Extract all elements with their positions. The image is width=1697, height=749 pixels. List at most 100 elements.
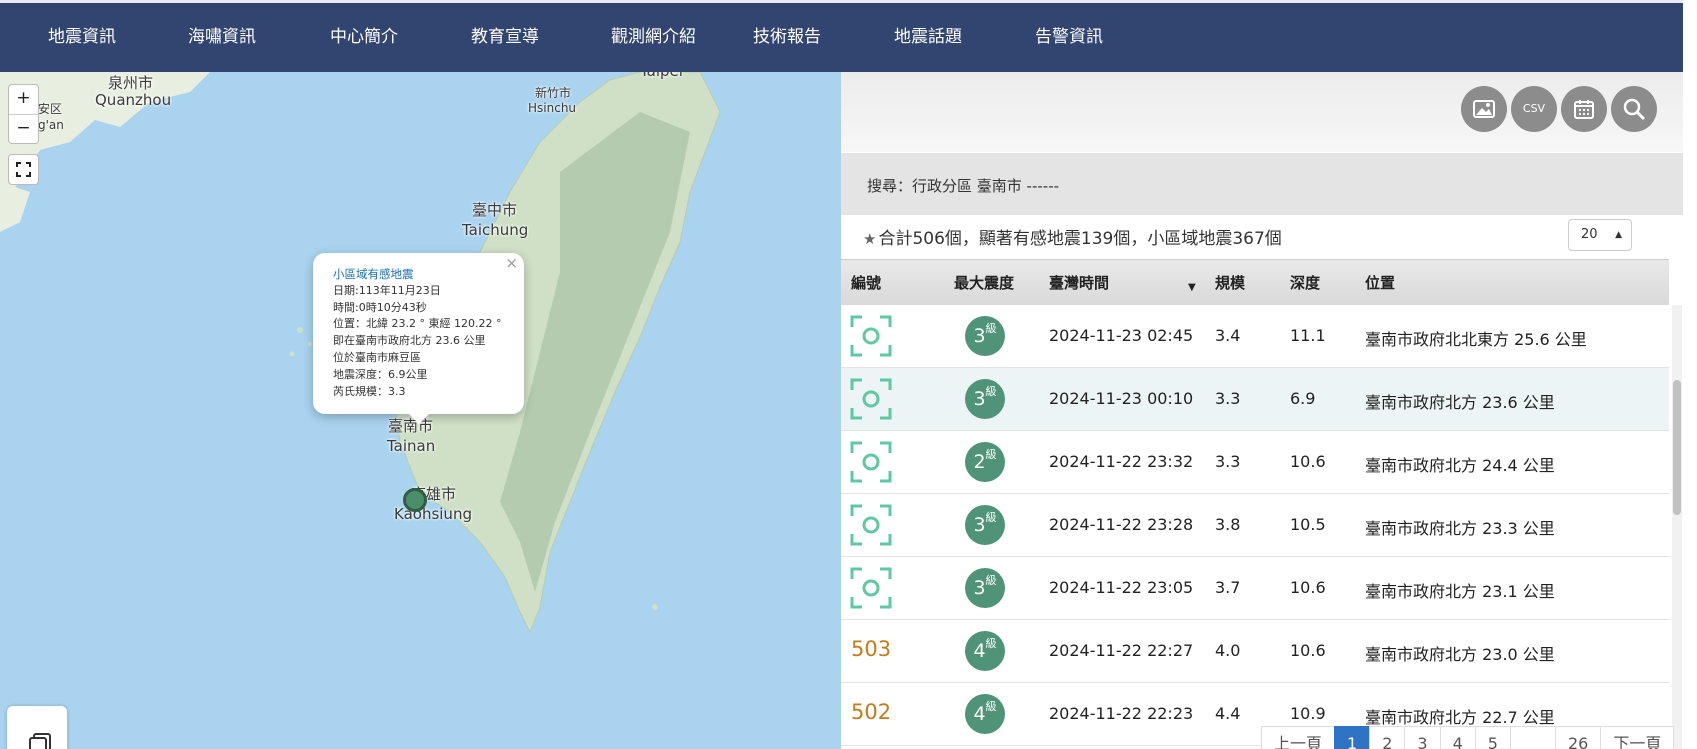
event-time: 2024-11-22 23:05 <box>1049 578 1194 597</box>
search-criteria-bar: 搜尋：行政分區 臺南市 ------ <box>841 153 1683 215</box>
page-size-select[interactable]: 20 ▲ <box>1568 219 1632 251</box>
results-panel: CSV 搜尋：行政分區 臺南市 ------ ★ 合計506個，顯著有感地震139… <box>841 72 1683 749</box>
event-location: 臺南市政府北方 23.1 公里 <box>1365 582 1555 601</box>
prev-page-button[interactable]: 上一頁 <box>1261 726 1336 749</box>
epicenter-marker[interactable] <box>403 488 427 512</box>
table-row[interactable]: 2級 2024-11-22 23:32 3.3 10.6 臺南市政府北方 24.4 公里 <box>841 431 1669 494</box>
table-row[interactable]: 3級 2024-11-23 02:45 3.4 11.1 臺南市政府北北東方 25.6 … <box>841 305 1669 368</box>
nav-education[interactable]: 教育宣導 <box>471 3 539 72</box>
nav-network-intro[interactable]: 觀測網介紹 <box>611 3 696 72</box>
event-depth: 11.1 <box>1290 326 1326 345</box>
fullscreen-button[interactable] <box>8 154 39 185</box>
event-id[interactable]: 502 <box>851 700 891 724</box>
intensity-badge: 3級 <box>965 316 1005 356</box>
col-header-time[interactable]: 臺灣時間 <box>1049 272 1109 293</box>
page-1-button[interactable]: 1 <box>1334 726 1371 749</box>
table-row[interactable]: 503 4級 2024-11-22 22:27 4.0 10.6 臺南市政府北方 23.0… <box>841 620 1669 683</box>
event-magnitude: 3.4 <box>1215 326 1241 345</box>
table-row[interactable]: 3級 2024-11-22 23:28 3.8 10.5 臺南市政府北方 23.3 公里 <box>841 494 1669 557</box>
earthquake-table: 編號 最大震度 臺灣時間 ▼ 規模 深度 位置 3級 2024-11-23 02:… <box>841 259 1669 746</box>
page-4-button[interactable]: 4 <box>1439 726 1476 749</box>
nav-tsunami-info[interactable]: 海嘯資訊 <box>188 3 256 72</box>
table-scrollbar[interactable] <box>1672 305 1682 749</box>
intensity-value: 4 <box>973 703 986 725</box>
locate-focus-icon[interactable] <box>850 567 892 609</box>
page-last-button[interactable]: 26 <box>1554 726 1602 749</box>
page-2-button[interactable]: 2 <box>1369 726 1406 749</box>
locate-focus-icon[interactable] <box>850 441 892 483</box>
search-criteria-text: 搜尋：行政分區 臺南市 ------ <box>867 177 1060 195</box>
zoom-in-button[interactable]: + <box>9 85 38 114</box>
event-location: 臺南市政府北方 23.0 公里 <box>1365 645 1555 664</box>
earthquake-map[interactable]: 泉州市 Quanzhou 安区 g'an Taipei 新竹市 Hsinchu … <box>0 72 841 749</box>
intensity-unit: 級 <box>985 385 997 398</box>
page-5-button[interactable]: 5 <box>1474 726 1511 749</box>
search-icon <box>1623 98 1646 121</box>
calendar-button[interactable] <box>1561 86 1607 132</box>
col-header-id[interactable]: 編號 <box>851 272 881 293</box>
sort-desc-icon[interactable]: ▼ <box>1188 282 1196 293</box>
map-label-district-en: g'an <box>38 118 64 132</box>
event-location: 臺南市政府北方 23.6 公里 <box>1365 393 1555 412</box>
intensity-value: 2 <box>973 451 986 473</box>
popup-close-button[interactable]: × <box>505 254 518 272</box>
popup-date: 日期:113年11月23日 <box>333 283 441 297</box>
table-row[interactable]: 3級 2024-11-22 23:05 3.7 10.6 臺南市政府北方 23.1 公里 <box>841 557 1669 620</box>
map-label-hsinchu-en: Hsinchu <box>528 101 577 115</box>
nav-tech-reports[interactable]: 技術報告 <box>753 3 821 72</box>
event-time: 2024-11-22 22:23 <box>1049 704 1194 723</box>
search-button[interactable] <box>1611 86 1657 132</box>
summary-text: 合計506個，顯著有感地震139個，小區域地震367個 <box>878 229 1282 249</box>
map-label-taichung-en: Taichung <box>462 221 529 239</box>
event-time: 2024-11-23 00:10 <box>1049 389 1194 408</box>
export-image-button[interactable] <box>1461 86 1507 132</box>
popup-depth: 地震深度：6.9公里 <box>333 367 428 381</box>
nav-earthquake-info[interactable]: 地震資訊 <box>48 3 116 72</box>
col-header-location[interactable]: 位置 <box>1365 272 1395 293</box>
event-magnitude: 4.4 <box>1215 704 1241 723</box>
popup-relative-location: 即在臺南市政府北方 23.6 公里 <box>333 334 486 348</box>
event-id[interactable]: 503 <box>851 637 891 661</box>
map-label-taichung-zh: 臺中市 <box>472 201 518 219</box>
zoom-out-button[interactable]: − <box>9 114 38 143</box>
event-depth: 10.5 <box>1290 515 1326 534</box>
event-magnitude: 3.7 <box>1215 578 1241 597</box>
intensity-value: 3 <box>973 325 986 347</box>
popup-title[interactable]: 小區域有感地震 <box>333 266 524 283</box>
col-header-magnitude[interactable]: 規模 <box>1215 272 1245 293</box>
page-3-button[interactable]: 3 <box>1404 726 1441 749</box>
map-label-quanzhou-en: Quanzhou <box>95 91 172 109</box>
locate-focus-icon[interactable] <box>850 315 892 357</box>
event-magnitude: 3.8 <box>1215 515 1241 534</box>
popup-position: 位置：北緯 23.2 ° 東經 120.22 ° <box>333 317 502 331</box>
map-label-taipei-en: Taipei <box>640 72 683 80</box>
event-location: 臺南市政府北方 22.7 公里 <box>1365 708 1555 727</box>
pagination: 上一頁 1 2 3 4 5 26 下一頁 <box>1261 726 1675 749</box>
fullscreen-icon <box>16 162 31 177</box>
event-depth: 10.9 <box>1290 704 1326 723</box>
scrollbar-thumb[interactable] <box>1673 380 1681 515</box>
next-page-button[interactable]: 下一頁 <box>1600 726 1675 749</box>
toolbar: CSV <box>841 72 1683 152</box>
col-header-depth[interactable]: 深度 <box>1290 272 1320 293</box>
image-icon <box>1473 100 1495 118</box>
locate-focus-icon[interactable] <box>850 504 892 546</box>
calendar-icon <box>1574 100 1594 119</box>
layers-button[interactable] <box>7 706 67 749</box>
nav-alert-info[interactable]: 告警資訊 <box>1035 3 1103 72</box>
nav-earthquake-topics[interactable]: 地震話題 <box>894 3 962 72</box>
popup-magnitude: 芮氏規模：3.3 <box>333 384 406 398</box>
event-location: 臺南市政府北方 24.4 公里 <box>1365 456 1555 475</box>
event-time: 2024-11-22 22:27 <box>1049 641 1194 660</box>
export-csv-button[interactable]: CSV <box>1511 86 1557 132</box>
table-row[interactable]: 3級 2024-11-23 00:10 3.3 6.9 臺南市政府北方 23.6 公里 <box>841 368 1669 431</box>
intensity-unit: 級 <box>985 574 997 587</box>
nav-center-intro[interactable]: 中心簡介 <box>330 3 398 72</box>
event-depth: 6.9 <box>1290 389 1316 408</box>
intensity-badge: 3級 <box>965 568 1005 608</box>
intensity-badge: 4級 <box>965 694 1005 734</box>
locate-focus-icon[interactable] <box>850 378 892 420</box>
popup-district: 位於臺南市麻豆區 <box>333 350 421 364</box>
intensity-unit: 級 <box>985 637 997 650</box>
col-header-intensity[interactable]: 最大震度 <box>954 272 1014 293</box>
